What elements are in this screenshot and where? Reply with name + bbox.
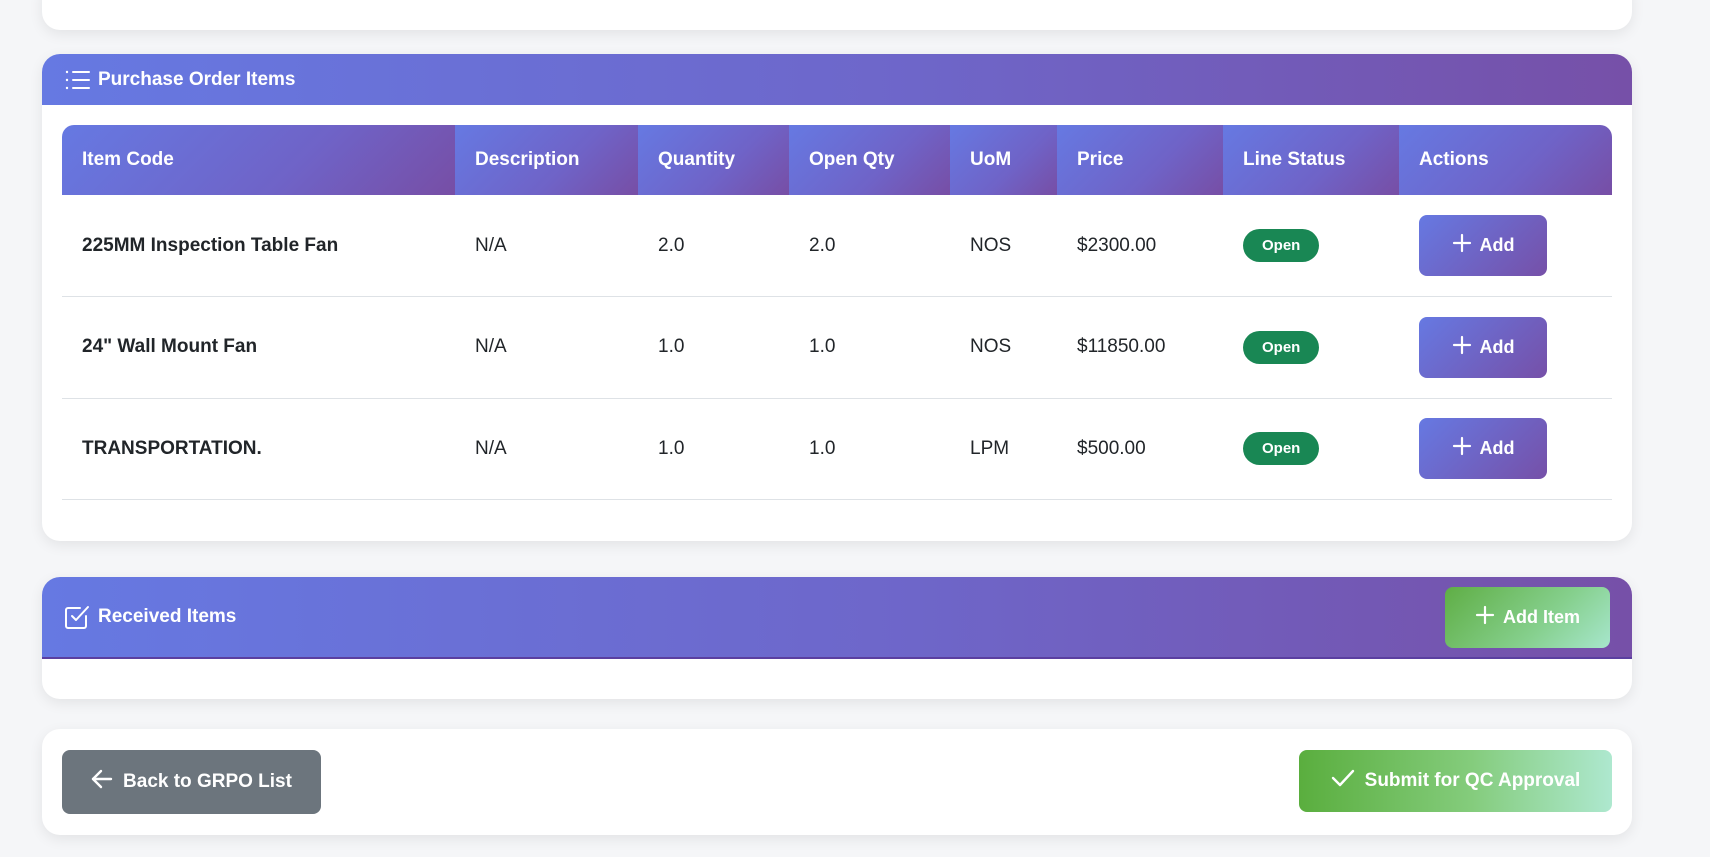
- description-cell: N/A: [455, 398, 638, 500]
- line-status-cell: Open: [1223, 195, 1399, 297]
- open-qty-cell: 1.0: [789, 398, 950, 500]
- submit-button-label: Submit for QC Approval: [1364, 770, 1581, 791]
- received-items-title: Received Items: [98, 606, 237, 627]
- add-button-label: Add: [1479, 438, 1515, 459]
- quantity-cell: 1.0: [638, 296, 789, 399]
- item-code-cell: 225MM Inspection Table Fan: [62, 195, 455, 297]
- line-status-cell: Open: [1223, 296, 1399, 399]
- quantity-cell: 1.0: [638, 398, 789, 500]
- uom-cell: NOS: [950, 195, 1057, 297]
- check-icon: [1331, 768, 1355, 794]
- footer-actions-card: Back to GRPO List Submit for QC Approval: [42, 729, 1632, 835]
- column-header-description: Description: [455, 125, 638, 195]
- plus-icon: [1475, 605, 1495, 630]
- add-row-button[interactable]: Add: [1419, 215, 1547, 276]
- price-cell: $11850.00: [1057, 296, 1223, 399]
- received-items-card: Received Items Add Item: [42, 577, 1632, 699]
- table-row: TRANSPORTATION. N/A 1.0 1.0 LPM $500.00 …: [62, 398, 1612, 500]
- item-code-cell: TRANSPORTATION.: [62, 398, 455, 500]
- po-items-table-wrapper: Item Code Description Quantity Open Qty …: [62, 125, 1612, 500]
- purchase-order-items-card: Purchase Order Items Item Code Descripti…: [42, 54, 1632, 541]
- submit-for-qc-approval-button[interactable]: Submit for QC Approval: [1299, 750, 1612, 812]
- open-qty-cell: 2.0: [789, 195, 950, 297]
- item-code-cell: 24" Wall Mount Fan: [62, 296, 455, 399]
- list-icon: [64, 67, 90, 93]
- column-header-price: Price: [1057, 125, 1223, 195]
- column-header-uom: UoM: [950, 125, 1057, 195]
- actions-cell: Add: [1399, 398, 1612, 500]
- status-badge: Open: [1243, 432, 1320, 466]
- previous-card: [42, 0, 1632, 30]
- table-row: 225MM Inspection Table Fan N/A 2.0 2.0 N…: [62, 195, 1612, 297]
- column-header-open-qty: Open Qty: [789, 125, 950, 195]
- back-button-label: Back to GRPO List: [123, 771, 292, 792]
- purchase-order-items-header: Purchase Order Items: [42, 54, 1632, 105]
- column-header-item-code: Item Code: [62, 125, 455, 195]
- purchase-order-items-title: Purchase Order Items: [98, 68, 296, 90]
- add-item-button[interactable]: Add Item: [1444, 586, 1610, 648]
- open-qty-cell: 1.0: [789, 296, 950, 399]
- uom-cell: NOS: [950, 296, 1057, 399]
- status-badge: Open: [1243, 330, 1320, 364]
- column-header-actions: Actions: [1399, 125, 1612, 195]
- price-cell: $2300.00: [1057, 195, 1223, 297]
- add-button-label: Add: [1479, 336, 1515, 357]
- column-header-quantity: Quantity: [638, 125, 789, 195]
- status-badge: Open: [1243, 229, 1320, 262]
- description-cell: N/A: [455, 296, 638, 399]
- actions-cell: Add: [1399, 195, 1612, 297]
- plus-icon: [1452, 233, 1472, 258]
- received-items-header: Received Items Add Item: [42, 577, 1632, 659]
- actions-cell: Add: [1399, 296, 1612, 399]
- arrow-left-icon: [91, 769, 113, 795]
- quantity-cell: 2.0: [638, 195, 789, 297]
- uom-cell: LPM: [950, 398, 1057, 500]
- plus-icon: [1452, 436, 1472, 461]
- add-row-button[interactable]: Add: [1419, 418, 1547, 480]
- po-items-table: Item Code Description Quantity Open Qty …: [62, 125, 1612, 500]
- table-row: 24" Wall Mount Fan N/A 1.0 1.0 NOS $1185…: [62, 296, 1612, 399]
- check-square-icon: [64, 604, 90, 630]
- description-cell: N/A: [455, 195, 638, 297]
- add-item-button-label: Add Item: [1502, 606, 1580, 627]
- table-header-row: Item Code Description Quantity Open Qty …: [62, 125, 1612, 195]
- add-row-button[interactable]: Add: [1419, 316, 1547, 378]
- line-status-cell: Open: [1223, 398, 1399, 500]
- back-to-grpo-list-button[interactable]: Back to GRPO List: [62, 750, 321, 814]
- column-header-line-status: Line Status: [1223, 125, 1399, 195]
- plus-icon: [1452, 335, 1472, 360]
- price-cell: $500.00: [1057, 398, 1223, 500]
- add-button-label: Add: [1479, 235, 1515, 255]
